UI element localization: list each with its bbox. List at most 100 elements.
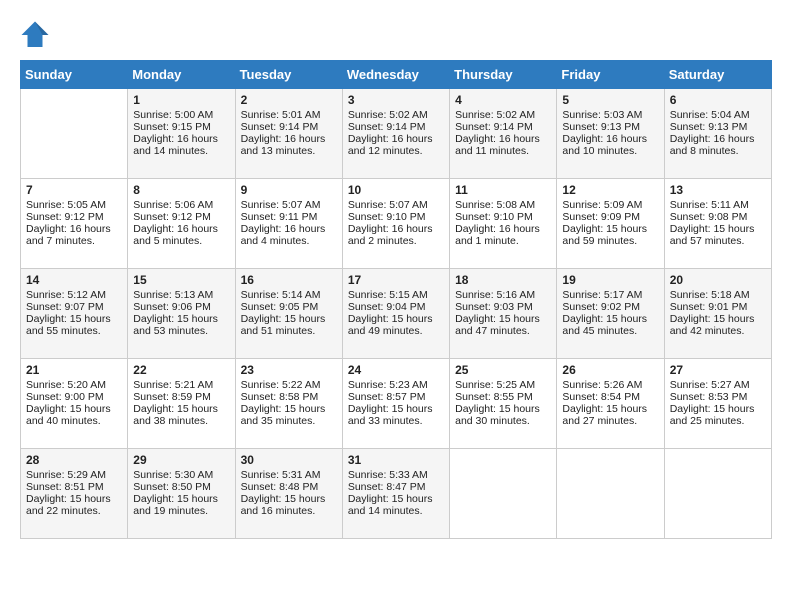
- daylight-text: Daylight: 16 hours and 1 minute.: [455, 223, 551, 247]
- calendar-cell: 16Sunrise: 5:14 AMSunset: 9:05 PMDayligh…: [235, 269, 342, 359]
- sunset-text: Sunset: 8:53 PM: [670, 391, 766, 403]
- daylight-text: Daylight: 15 hours and 42 minutes.: [670, 313, 766, 337]
- sunrise-text: Sunrise: 5:23 AM: [348, 379, 444, 391]
- daylight-text: Daylight: 15 hours and 30 minutes.: [455, 403, 551, 427]
- sunrise-text: Sunrise: 5:29 AM: [26, 469, 122, 481]
- sunrise-text: Sunrise: 5:11 AM: [670, 199, 766, 211]
- day-number: 30: [241, 453, 337, 467]
- week-row-2: 7Sunrise: 5:05 AMSunset: 9:12 PMDaylight…: [21, 179, 772, 269]
- header-cell-saturday: Saturday: [664, 61, 771, 89]
- daylight-text: Daylight: 15 hours and 57 minutes.: [670, 223, 766, 247]
- daylight-text: Daylight: 15 hours and 25 minutes.: [670, 403, 766, 427]
- calendar-cell: 14Sunrise: 5:12 AMSunset: 9:07 PMDayligh…: [21, 269, 128, 359]
- calendar-table: SundayMondayTuesdayWednesdayThursdayFrid…: [20, 60, 772, 539]
- calendar-cell: 26 Sunrise: 5:26 AMSunset: 8:54 PMDayligh…: [557, 359, 664, 449]
- sunset-text: Sunset: 9:04 PM: [348, 301, 444, 313]
- daylight-text: Daylight: 15 hours and 35 minutes.: [241, 403, 337, 427]
- sunset-text: Sunset: 9:01 PM: [670, 301, 766, 313]
- sunset-text: Sunset: 9:00 PM: [26, 391, 122, 403]
- day-number: 25: [455, 363, 551, 377]
- calendar-cell: [557, 449, 664, 539]
- daylight-text: Daylight: 15 hours and 19 minutes.: [133, 493, 229, 517]
- sunset-text: Sunset: 8:47 PM: [348, 481, 444, 493]
- day-number: 16: [241, 273, 337, 287]
- daylight-text: Daylight: 15 hours and 47 minutes.: [455, 313, 551, 337]
- calendar-cell: 25Sunrise: 5:25 AMSunset: 8:55 PMDayligh…: [450, 359, 557, 449]
- header-cell-sunday: Sunday: [21, 61, 128, 89]
- logo-icon: [20, 20, 50, 50]
- sunrise-text: Sunrise: 5:05 AM: [26, 199, 122, 211]
- sunrise-text: Sunrise: 5:25 AM: [455, 379, 551, 391]
- logo: [20, 20, 54, 50]
- day-number: 28: [26, 453, 122, 467]
- sunrise-text: Sunrise: 5:09 AM: [562, 199, 658, 211]
- calendar-cell: 24Sunrise: 5:23 AMSunset: 8:57 PMDayligh…: [342, 359, 449, 449]
- header-cell-friday: Friday: [557, 61, 664, 89]
- sunrise-text: Sunrise: 5:30 AM: [133, 469, 229, 481]
- daylight-text: Daylight: 16 hours and 11 minutes.: [455, 133, 551, 157]
- calendar-body: 1Sunrise: 5:00 AMSunset: 9:15 PMDaylight…: [21, 89, 772, 539]
- calendar-cell: 7Sunrise: 5:05 AMSunset: 9:12 PMDaylight…: [21, 179, 128, 269]
- sunrise-text: Sunrise: 5:08 AM: [455, 199, 551, 211]
- calendar-cell: [664, 449, 771, 539]
- calendar-cell: 23Sunrise: 5:22 AMSunset: 8:58 PMDayligh…: [235, 359, 342, 449]
- sunrise-text: Sunrise: 5:16 AM: [455, 289, 551, 301]
- sunrise-text: Sunrise: 5:21 AM: [133, 379, 229, 391]
- sunset-text: Sunset: 8:59 PM: [133, 391, 229, 403]
- daylight-text: Daylight: 16 hours and 12 minutes.: [348, 133, 444, 157]
- sunset-text: Sunset: 9:14 PM: [241, 121, 337, 133]
- sunset-text: Sunset: 9:13 PM: [670, 121, 766, 133]
- daylight-text: Daylight: 16 hours and 10 minutes.: [562, 133, 658, 157]
- calendar-cell: 5Sunrise: 5:03 AMSunset: 9:13 PMDaylight…: [557, 89, 664, 179]
- daylight-text: Daylight: 15 hours and 27 minutes.: [562, 403, 658, 427]
- sunrise-text: Sunrise: 5:26 AM: [562, 379, 658, 391]
- calendar-cell: 6Sunrise: 5:04 AMSunset: 9:13 PMDaylight…: [664, 89, 771, 179]
- sunset-text: Sunset: 9:10 PM: [348, 211, 444, 223]
- sunset-text: Sunset: 9:06 PM: [133, 301, 229, 313]
- day-number: 21: [26, 363, 122, 377]
- daylight-text: Daylight: 15 hours and 22 minutes.: [26, 493, 122, 517]
- day-number: 29: [133, 453, 229, 467]
- calendar-cell: 31Sunrise: 5:33 AMSunset: 8:47 PMDayligh…: [342, 449, 449, 539]
- sunrise-text: Sunrise: 5:07 AM: [348, 199, 444, 211]
- calendar-cell: 19Sunrise: 5:17 AMSunset: 9:02 PMDayligh…: [557, 269, 664, 359]
- calendar-cell: 9Sunrise: 5:07 AMSunset: 9:11 PMDaylight…: [235, 179, 342, 269]
- sunset-text: Sunset: 8:54 PM: [562, 391, 658, 403]
- sunset-text: Sunset: 9:12 PM: [133, 211, 229, 223]
- header-cell-tuesday: Tuesday: [235, 61, 342, 89]
- calendar-cell: 2Sunrise: 5:01 AMSunset: 9:14 PMDaylight…: [235, 89, 342, 179]
- day-number: 12: [562, 183, 658, 197]
- day-number: 26: [562, 363, 658, 377]
- day-number: 27: [670, 363, 766, 377]
- daylight-text: Daylight: 15 hours and 59 minutes.: [562, 223, 658, 247]
- day-number: 6: [670, 93, 766, 107]
- day-number: 24: [348, 363, 444, 377]
- calendar-cell: 8Sunrise: 5:06 AMSunset: 9:12 PMDaylight…: [128, 179, 235, 269]
- sunset-text: Sunset: 9:09 PM: [562, 211, 658, 223]
- daylight-text: Daylight: 15 hours and 38 minutes.: [133, 403, 229, 427]
- calendar-cell: 17Sunrise: 5:15 AMSunset: 9:04 PMDayligh…: [342, 269, 449, 359]
- sunset-text: Sunset: 9:12 PM: [26, 211, 122, 223]
- day-number: 19: [562, 273, 658, 287]
- sunrise-text: Sunrise: 5:07 AM: [241, 199, 337, 211]
- sunset-text: Sunset: 9:08 PM: [670, 211, 766, 223]
- calendar-cell: 22Sunrise: 5:21 AMSunset: 8:59 PMDayligh…: [128, 359, 235, 449]
- day-number: 2: [241, 93, 337, 107]
- sunset-text: Sunset: 8:57 PM: [348, 391, 444, 403]
- day-number: 7: [26, 183, 122, 197]
- daylight-text: Daylight: 15 hours and 45 minutes.: [562, 313, 658, 337]
- daylight-text: Daylight: 16 hours and 14 minutes.: [133, 133, 229, 157]
- daylight-text: Daylight: 15 hours and 49 minutes.: [348, 313, 444, 337]
- day-number: 5: [562, 93, 658, 107]
- day-number: 18: [455, 273, 551, 287]
- calendar-cell: 3Sunrise: 5:02 AMSunset: 9:14 PMDaylight…: [342, 89, 449, 179]
- sunrise-text: Sunrise: 5:13 AM: [133, 289, 229, 301]
- daylight-text: Daylight: 15 hours and 55 minutes.: [26, 313, 122, 337]
- day-number: 14: [26, 273, 122, 287]
- calendar-cell: 1Sunrise: 5:00 AMSunset: 9:15 PMDaylight…: [128, 89, 235, 179]
- calendar-cell: 27Sunrise: 5:27 AMSunset: 8:53 PMDayligh…: [664, 359, 771, 449]
- week-row-4: 21 Sunrise: 5:20 AMSunset: 9:00 PM Dayligh…: [21, 359, 772, 449]
- calendar-cell: 28Sunrise: 5:29 AMSunset: 8:51 PMDayligh…: [21, 449, 128, 539]
- sunrise-text: Sunrise: 5:22 AM: [241, 379, 337, 391]
- sunrise-text: Sunrise: 5:20 AM: [26, 379, 122, 391]
